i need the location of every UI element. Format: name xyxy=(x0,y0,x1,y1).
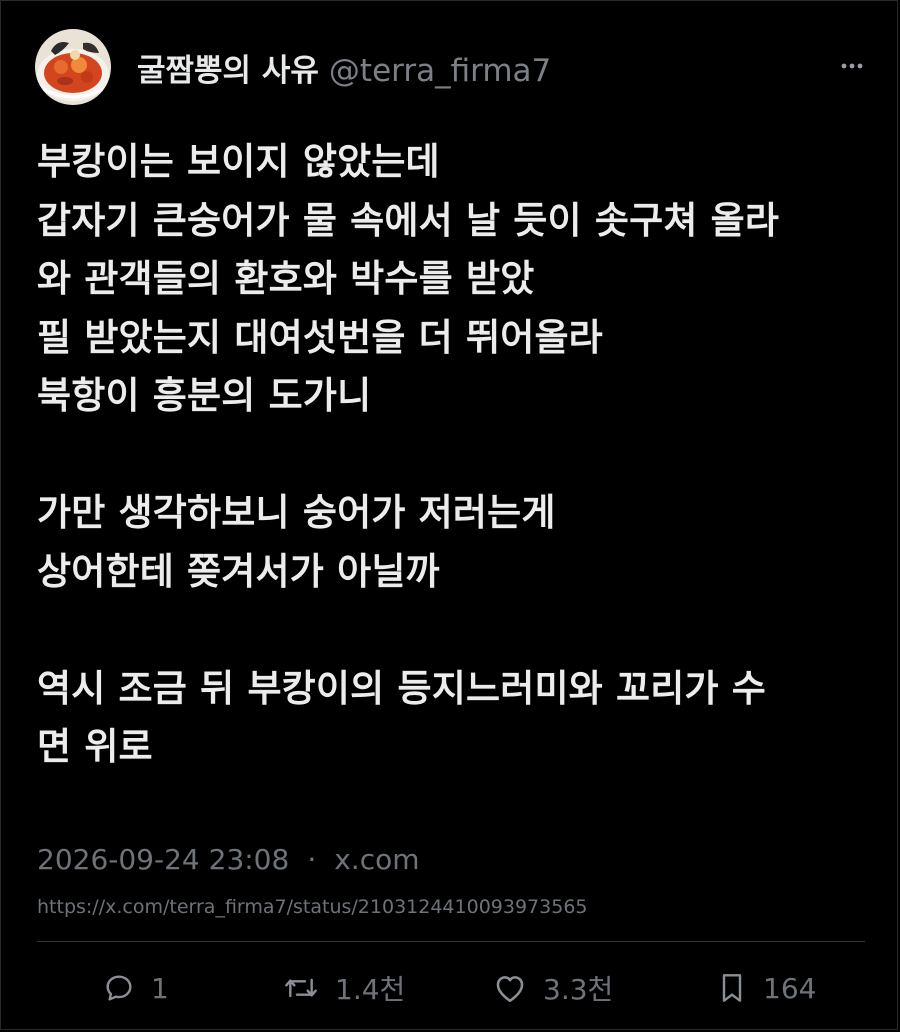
divider xyxy=(37,941,865,942)
display-name[interactable]: 굴짬뽕의 사유 xyxy=(137,45,319,90)
tweet-line: 역시 조금 뒤 부캉이의 등지느러미와 꼬리가 수 xyxy=(37,666,767,710)
more-icon xyxy=(841,63,863,69)
food-bowl-avatar-icon xyxy=(35,29,111,105)
source-label: x.com xyxy=(334,843,420,876)
meta-separator: · xyxy=(307,843,317,876)
tweet-line: 갑자기 큰숭어가 물 속에서 날 듯이 솟구쳐 올라 xyxy=(37,198,780,242)
tweet-line: 면 위로 xyxy=(37,725,153,768)
bookmark-icon xyxy=(722,974,742,1002)
avatar[interactable] xyxy=(35,29,111,105)
author-info: 굴짬뽕의 사유 @terra_firma7 xyxy=(137,45,551,90)
reply-icon xyxy=(106,975,132,1001)
tweet-line: 가만 생각하보니 숭어가 저러는게 xyxy=(37,491,556,534)
tweet-line: 상어한테 쫒겨서가 아닐까 xyxy=(37,549,440,593)
like-count: 3.3천 xyxy=(543,973,614,1006)
more-options-button[interactable] xyxy=(837,51,867,81)
reply-button[interactable]: 1 xyxy=(103,963,169,1013)
tweet-line-gap xyxy=(37,426,869,485)
reply-count: 1 xyxy=(151,971,169,1005)
action-bar: 1 1.4천 3.3천 164 xyxy=(1,963,900,1013)
like-button[interactable]: 3.3천 xyxy=(493,963,613,1013)
tweet-line-gap xyxy=(37,601,869,660)
tweet-card: 굴짬뽕의 사유 @terra_firma7 부캉이는 보이지 않았는데 갑자기 … xyxy=(0,0,898,1030)
repost-button[interactable]: 1.4천 xyxy=(283,963,405,1013)
tweet-line: 부캉이는 보이지 않았는데 xyxy=(37,140,440,183)
status-url[interactable]: https://x.com/terra_firma7/status/210312… xyxy=(37,896,588,918)
repost-count: 1.4천 xyxy=(335,973,406,1006)
timestamp[interactable]: 2026-09-24 23:08 xyxy=(37,843,289,876)
tweet-meta: 2026-09-24 23:08 · x.com xyxy=(37,843,420,876)
heart-icon xyxy=(496,976,524,1003)
tweet-text: 부캉이는 보이지 않았는데 갑자기 큰숭어가 물 속에서 날 듯이 솟구쳐 올라… xyxy=(37,133,869,777)
tweet-header: 굴짬뽕의 사유 @terra_firma7 xyxy=(35,29,871,105)
tweet-line: 북항이 흥분의 도가니 xyxy=(37,374,372,417)
tweet-line: 필 받았는지 대여섯번을 더 뛰어올라 xyxy=(37,315,603,359)
bookmark-count: 164 xyxy=(763,971,817,1005)
user-handle[interactable]: @terra_firma7 xyxy=(329,53,551,89)
repost-icon xyxy=(285,978,317,998)
bookmark-button[interactable]: 164 xyxy=(717,963,816,1013)
tweet-line: 와 관객들의 환호와 박수를 받았 xyxy=(37,257,535,300)
